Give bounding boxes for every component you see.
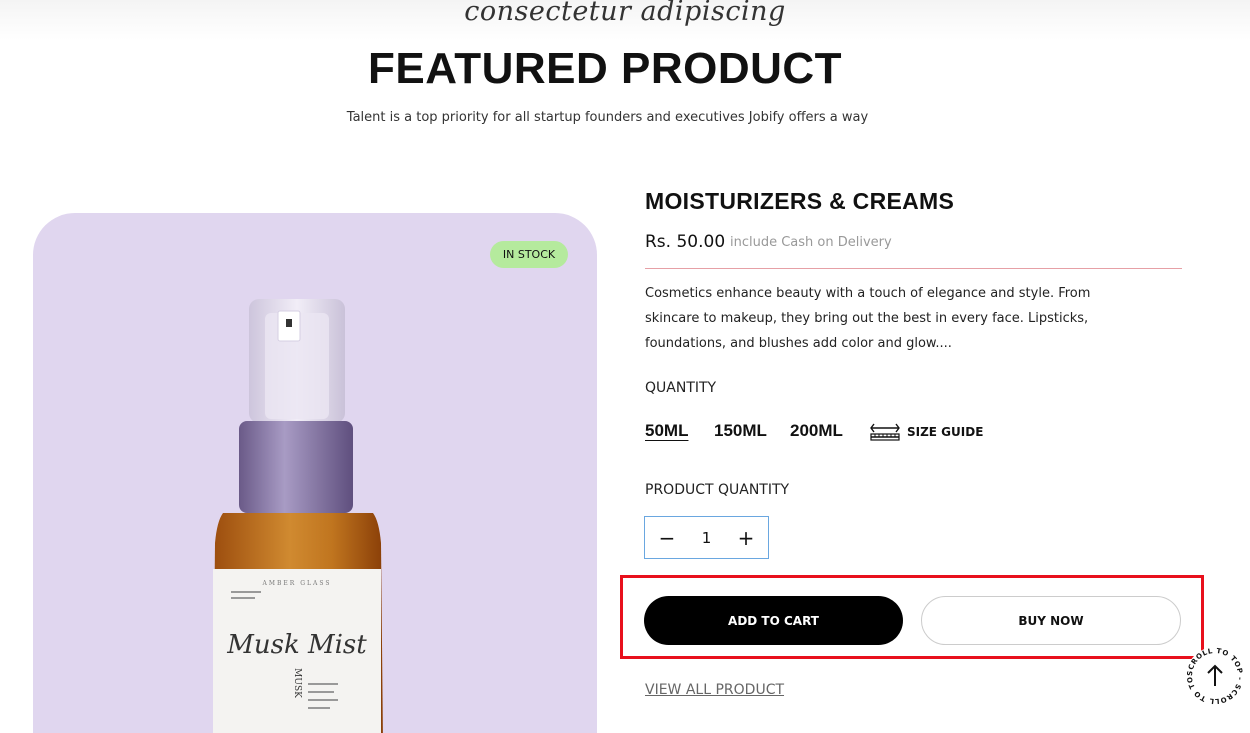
product-price: Rs. 50.00 bbox=[645, 232, 726, 252]
product-image-panel: AMBER GLASS Musk Mist MUSK IN STOCK bbox=[33, 213, 597, 733]
quantity-label: QUANTITY bbox=[645, 380, 717, 396]
size-option-150ml[interactable]: 150ML bbox=[714, 421, 767, 441]
quantity-stepper: − 1 + bbox=[644, 516, 769, 559]
section-title: FEATURED PRODUCT bbox=[367, 44, 843, 93]
product-description: Cosmetics enhance beauty with a touch of… bbox=[645, 286, 1091, 351]
quantity-value[interactable]: 1 bbox=[702, 529, 712, 547]
size-guide-label: SIZE GUIDE bbox=[907, 425, 984, 439]
section-script-heading: consectetur adipiscing bbox=[464, 0, 786, 27]
size-option-50ml[interactable]: 50ML bbox=[645, 421, 688, 441]
ruler-icon bbox=[870, 423, 900, 441]
buy-now-button[interactable]: BUY NOW bbox=[921, 596, 1181, 645]
view-all-product-link[interactable]: VIEW ALL PRODUCT bbox=[645, 682, 784, 698]
divider bbox=[645, 268, 1182, 269]
size-option-200ml[interactable]: 200ML bbox=[790, 421, 843, 441]
increase-quantity-button[interactable]: + bbox=[724, 526, 768, 550]
in-stock-badge: IN STOCK bbox=[490, 241, 568, 268]
product-title: MOISTURIZERS & CREAMS bbox=[645, 188, 955, 214]
bottle-label-script: Musk Mist bbox=[226, 630, 367, 660]
scroll-to-top-button[interactable]: SCROLL TO TOP - SCROLL TO TOP - bbox=[1182, 640, 1245, 706]
size-guide-link[interactable]: SIZE GUIDE bbox=[869, 422, 983, 442]
bottle-label-small: AMBER GLASS bbox=[262, 580, 332, 587]
bottle-label-vertical: MUSK bbox=[292, 668, 302, 698]
product-quantity-label: PRODUCT QUANTITY bbox=[645, 482, 790, 498]
add-to-cart-button[interactable]: ADD TO CART bbox=[644, 596, 903, 645]
decrease-quantity-button[interactable]: − bbox=[645, 526, 689, 550]
section-subtitle: Talent is a top priority for all startup… bbox=[346, 110, 869, 125]
product-bottle-image: AMBER GLASS Musk Mist MUSK bbox=[213, 299, 383, 733]
price-note: include Cash on Delivery bbox=[730, 235, 892, 250]
